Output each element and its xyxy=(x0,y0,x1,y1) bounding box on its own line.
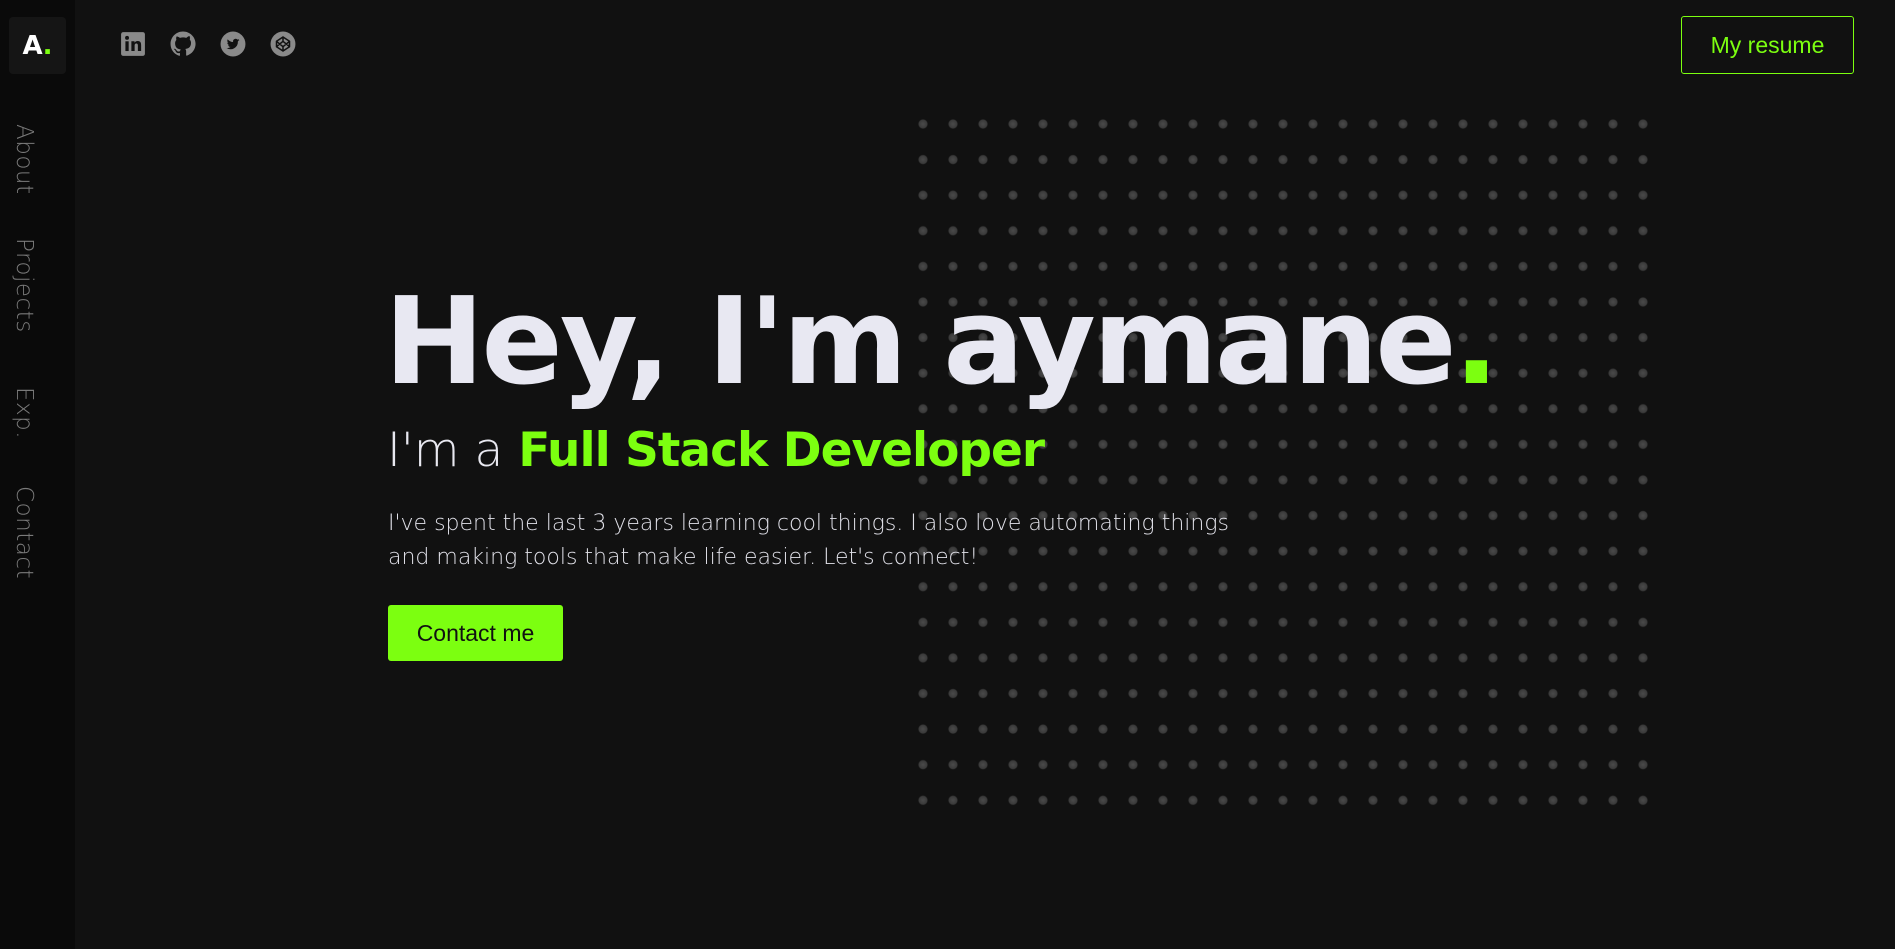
nav-item-exp[interactable]: Exp. xyxy=(11,387,37,439)
logo-letter: A xyxy=(22,30,43,61)
codepen-icon[interactable] xyxy=(270,31,296,57)
hero-bio: I've spent the last 3 years learning coo… xyxy=(388,511,1229,570)
resume-button[interactable]: My resume xyxy=(1681,16,1854,74)
linkedin-icon[interactable] xyxy=(120,31,146,57)
social-links xyxy=(120,31,296,57)
subtitle-role: Full Stack Developer xyxy=(518,423,1045,478)
contact-button[interactable]: Contact me xyxy=(388,605,563,661)
hero-title-text: Hey, I'm aymane xyxy=(384,273,1457,412)
nav-item-contact[interactable]: Contact xyxy=(11,486,37,579)
logo-dot: . xyxy=(42,30,53,61)
hero-title-dot: . xyxy=(1453,273,1500,412)
logo[interactable]: A. xyxy=(9,17,66,74)
nav-item-projects[interactable]: Projects xyxy=(11,238,37,333)
hero-title: Hey, I'm aymane. xyxy=(384,268,1500,418)
twitter-icon[interactable] xyxy=(220,31,246,57)
hero-subtitle: I'm a Full Stack Developer xyxy=(387,420,1045,482)
subtitle-lead: I'm a xyxy=(387,423,519,478)
nav-item-about[interactable]: About xyxy=(11,124,37,195)
sidebar: A. About Projects Exp. Contact xyxy=(0,0,75,949)
github-icon[interactable] xyxy=(170,31,196,57)
